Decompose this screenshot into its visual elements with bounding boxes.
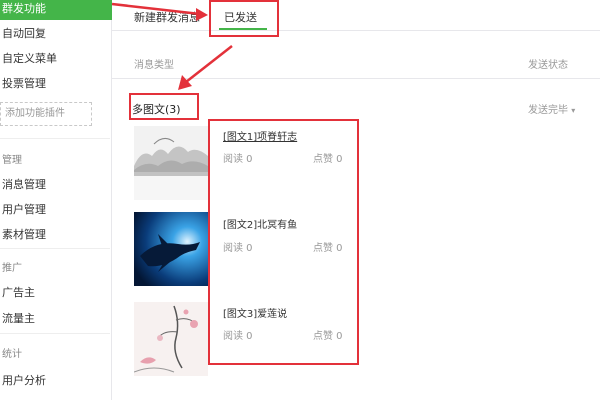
sidebar-item-user-analysis[interactable]: 用户分析: [2, 372, 46, 388]
articles-highlight-box: [208, 119, 359, 365]
sidebar-divider: [0, 138, 110, 139]
sidebar-item-vote-manage[interactable]: 投票管理: [2, 75, 46, 91]
header-divider: [112, 78, 600, 79]
sidebar-item-user-manage[interactable]: 用户管理: [2, 201, 46, 217]
column-header-send-status: 发送状态: [528, 60, 568, 71]
sidebar-item-custom-menu[interactable]: 自定义菜单: [2, 50, 57, 66]
sidebar-group-manage: 管理: [2, 155, 22, 166]
sidebar-item-mass-send[interactable]: 群发功能: [0, 0, 112, 20]
tab-new-mass-message[interactable]: 新建群发消息: [134, 9, 200, 25]
sent-tab-highlight-box: [209, 0, 279, 37]
lotus-painting-image: [134, 302, 208, 376]
tabs-divider: [112, 30, 600, 31]
column-header-message-type: 消息类型: [134, 60, 174, 71]
sidebar-item-material-manage[interactable]: 素材管理: [2, 226, 46, 242]
add-plugin-button[interactable]: 添加功能插件: [0, 102, 92, 126]
sidebar-item-publisher[interactable]: 流量主: [2, 310, 35, 326]
sidebar-divider: [0, 248, 110, 249]
send-status-label: 发送完毕: [528, 105, 568, 116]
sidebar: 群发功能 自动回复 自定义菜单 投票管理 添加功能插件 管理 消息管理 用户管理…: [0, 0, 112, 400]
sidebar-divider: [0, 333, 110, 334]
sidebar-item-auto-reply[interactable]: 自动回复: [2, 25, 46, 41]
sidebar-item-advertiser[interactable]: 广告主: [2, 284, 35, 300]
article-thumbnail-2[interactable]: [134, 212, 208, 286]
article-thumbnail-1[interactable]: [134, 126, 208, 200]
sidebar-item-message-manage[interactable]: 消息管理: [2, 176, 46, 192]
send-status[interactable]: 发送完毕 ▾: [528, 101, 575, 116]
article-thumbnail-3[interactable]: [134, 302, 208, 376]
ink-landscape-image: [134, 126, 208, 200]
sidebar-group-promote: 推广: [2, 263, 22, 274]
sidebar-group-stats: 统计: [2, 349, 22, 360]
chevron-down-icon: ▾: [571, 106, 576, 115]
group-title-highlight-box: [129, 93, 199, 120]
whale-shark-image: [134, 212, 208, 286]
